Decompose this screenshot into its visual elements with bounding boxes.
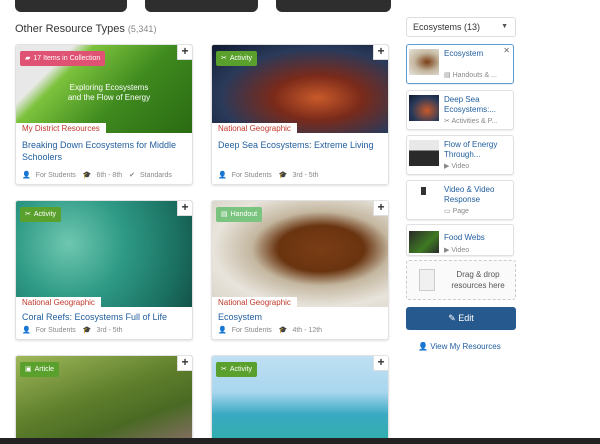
card-source: National Geographic bbox=[16, 297, 101, 308]
add-button[interactable]: + bbox=[177, 356, 192, 371]
resource-card[interactable]: ✂ Activity + National Geographic Coral Re… bbox=[15, 200, 193, 340]
audience-icon: 👤 bbox=[218, 172, 227, 179]
panel-item[interactable]: Flow of Energy Through... ▶ Video bbox=[406, 135, 514, 175]
top-button-middle[interactable] bbox=[145, 0, 258, 12]
resource-card[interactable]: ▣ Article + bbox=[15, 355, 193, 444]
article-badge: ▣ Article bbox=[20, 362, 60, 377]
resource-card[interactable]: Exploring Ecosystems and the Flow of Ene… bbox=[15, 44, 193, 185]
cover-text: Exploring Ecosystems and the Flow of Ene… bbox=[67, 83, 151, 102]
grade-icon: 🎓 bbox=[278, 172, 288, 179]
handout-badge: ▤ Handout bbox=[216, 207, 263, 222]
panel-item-title: Ecosystem bbox=[444, 49, 484, 58]
panel-thumb bbox=[409, 49, 439, 75]
handout-icon: ▤ bbox=[221, 211, 228, 218]
collection-dropdown[interactable]: Ecosystems (13) ▼ bbox=[406, 17, 516, 37]
add-button[interactable]: + bbox=[373, 45, 388, 60]
close-icon[interactable]: ✕ bbox=[503, 46, 510, 55]
activity-badge: ✂ Activity bbox=[20, 207, 62, 222]
panel-item[interactable]: Deep Sea Ecosystems:... ✂ Activities & P… bbox=[406, 90, 514, 130]
card-meta: 👤 For Students 🎓 6th - 8th ✔ Standards bbox=[22, 172, 172, 179]
resource-card[interactable]: ▤ Handout + National Geographic Ecosystem… bbox=[211, 200, 389, 340]
standards-icon: ✔ bbox=[129, 172, 135, 179]
card-meta: 👤 For Students 🎓 3rd - 5th bbox=[218, 172, 319, 179]
bottom-bar bbox=[0, 438, 600, 444]
user-icon: 👤 bbox=[418, 342, 431, 351]
activity-badge: ✂ Activity bbox=[216, 51, 258, 66]
top-button-left[interactable] bbox=[15, 0, 127, 12]
panel-thumb bbox=[409, 231, 439, 253]
card-meta: 👤 For Students 🎓 4th - 12th bbox=[218, 327, 323, 334]
panel-item-title: Deep Sea Ecosystems:... bbox=[444, 95, 497, 114]
card-meta: 👤 For Students 🎓 3rd - 5th bbox=[22, 327, 123, 334]
page-icon: ▭ bbox=[444, 208, 453, 215]
page-icon bbox=[421, 187, 426, 195]
audience-icon: 👤 bbox=[22, 172, 31, 179]
card-source: National Geographic bbox=[212, 123, 297, 134]
panel-thumb bbox=[409, 185, 439, 211]
folder-icon: ▰ bbox=[25, 55, 31, 62]
drop-zone[interactable]: Drag & drop resources here bbox=[406, 260, 516, 300]
scissors-icon: ✂ bbox=[221, 55, 227, 62]
add-button[interactable]: + bbox=[177, 45, 192, 60]
add-button[interactable]: + bbox=[373, 356, 388, 371]
scissors-icon: ✂ bbox=[25, 211, 31, 218]
card-title[interactable]: Deep Sea Ecosystems: Extreme Living bbox=[218, 139, 382, 151]
grade-icon: 🎓 bbox=[82, 327, 92, 334]
section-title: Other Resource Types (5,341) bbox=[15, 23, 157, 35]
card-source: My District Resources bbox=[16, 123, 106, 134]
panel-thumb bbox=[409, 95, 439, 121]
scissors-icon: ✂ bbox=[221, 366, 227, 373]
add-button[interactable]: + bbox=[177, 201, 192, 216]
document-icon bbox=[419, 269, 435, 291]
panel-item-title: Food Webs bbox=[444, 233, 485, 242]
edit-button[interactable]: ✎ Edit bbox=[406, 307, 516, 330]
panel-item-type: ▶ Video bbox=[444, 163, 470, 170]
article-icon: ▣ bbox=[25, 366, 32, 373]
panel-item[interactable]: Food Webs ▶ Video bbox=[406, 224, 514, 256]
view-my-resources-link[interactable]: 👤 View My Resources bbox=[418, 342, 501, 351]
grade-icon: 🎓 bbox=[82, 172, 92, 179]
card-title[interactable]: Breaking Down Ecosystems for Middle Scho… bbox=[22, 139, 186, 163]
panel-thumb bbox=[409, 140, 439, 166]
panel-item[interactable]: Video & Video Response ▭ Page bbox=[406, 180, 514, 220]
panel-item-type: ▤ Handouts & ... bbox=[444, 72, 497, 79]
panel-item-type: ▭ Page bbox=[444, 208, 469, 215]
panel-item-type: ✂ Activities & P... bbox=[444, 118, 498, 125]
pencil-icon: ✎ bbox=[448, 313, 459, 323]
card-title[interactable]: Coral Reefs: Ecosystems Full of Life bbox=[22, 311, 186, 323]
section-count: (5,341) bbox=[127, 24, 157, 34]
activity-badge: ✂ Activity bbox=[216, 362, 258, 377]
collection-badge: ▰ 17 Items in Collection bbox=[20, 51, 106, 66]
audience-icon: 👤 bbox=[218, 327, 227, 334]
grade-icon: 🎓 bbox=[278, 327, 288, 334]
panel-item[interactable]: Ecosystem ▤ Handouts & ... ✕ bbox=[406, 44, 514, 84]
add-button[interactable]: + bbox=[373, 201, 388, 216]
drop-zone-text: Drag & drop resources here bbox=[451, 270, 505, 290]
handout-icon: ▤ bbox=[444, 72, 453, 79]
panel-item-title: Flow of Energy Through... bbox=[444, 140, 498, 159]
resource-card[interactable]: ✂ Activity + National Geographic Deep Sea… bbox=[211, 44, 389, 185]
chevron-down-icon: ▼ bbox=[501, 23, 508, 30]
card-source: National Geographic bbox=[212, 297, 297, 308]
panel-item-type: ▶ Video bbox=[444, 247, 470, 254]
resource-card[interactable]: ✂ Activity + bbox=[211, 355, 389, 444]
top-button-right[interactable] bbox=[276, 0, 391, 12]
card-title[interactable]: Ecosystem bbox=[218, 311, 382, 323]
panel-item-title: Video & Video Response bbox=[444, 185, 495, 204]
audience-icon: 👤 bbox=[22, 327, 31, 334]
